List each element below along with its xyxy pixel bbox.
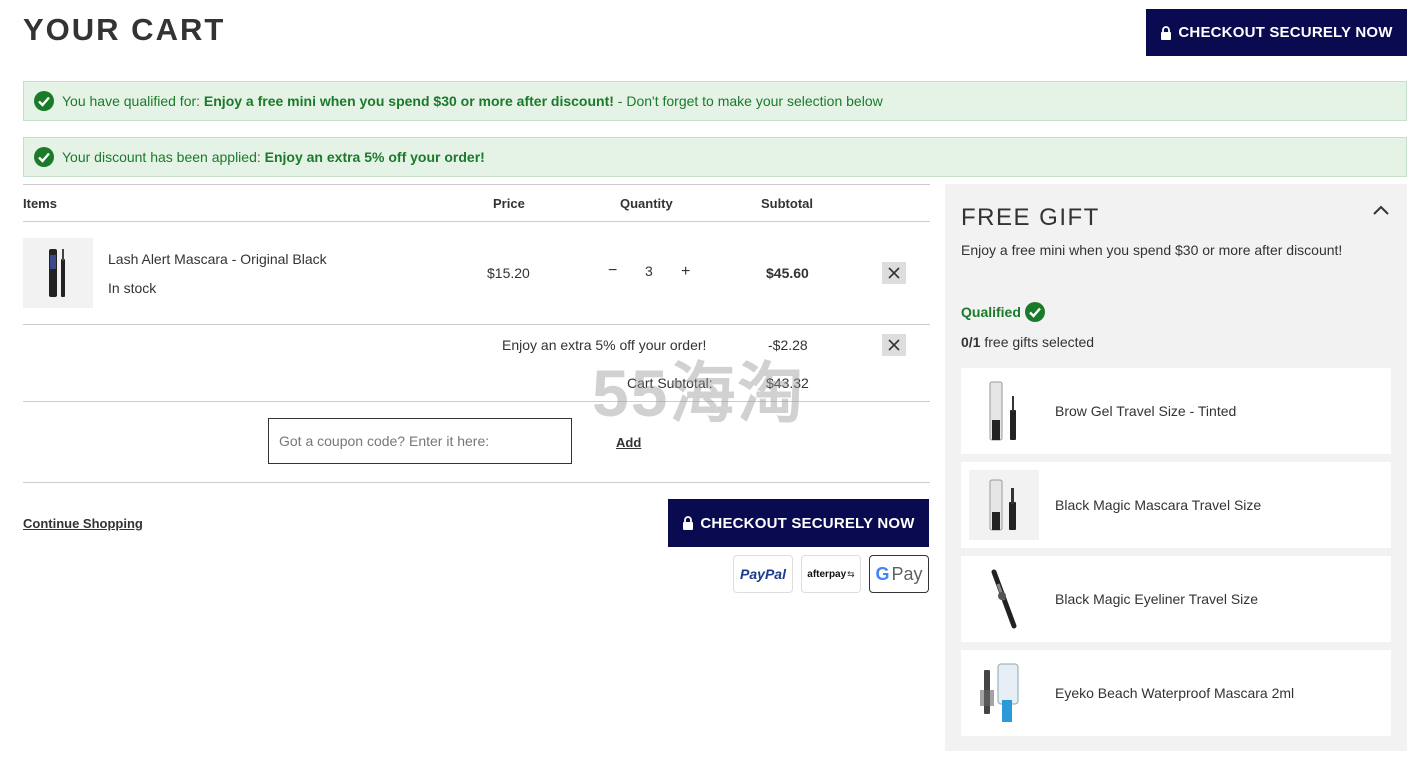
google-g-icon: G bbox=[875, 563, 890, 584]
divider bbox=[23, 324, 930, 325]
header-price: Price bbox=[493, 196, 525, 211]
lock-icon bbox=[1161, 25, 1172, 40]
free-gift-description: Enjoy a free mini when you spend $30 or … bbox=[961, 242, 1343, 258]
page-title: YOUR CART bbox=[23, 12, 226, 47]
paypal-logo: PayPal bbox=[740, 566, 786, 582]
divider bbox=[23, 482, 930, 483]
remove-item-button[interactable] bbox=[882, 262, 906, 284]
selected-text: free gifts selected bbox=[980, 334, 1095, 350]
gift-name: Brow Gel Travel Size - Tinted bbox=[1055, 403, 1237, 419]
coupon-input[interactable] bbox=[268, 418, 572, 464]
divider bbox=[23, 184, 930, 185]
remove-discount-button[interactable] bbox=[882, 334, 906, 356]
check-circle-icon bbox=[34, 91, 54, 111]
add-coupon-link[interactable]: Add bbox=[616, 435, 641, 450]
check-circle-icon bbox=[1024, 302, 1045, 322]
qualified-label: Qualified bbox=[961, 304, 1021, 320]
watermark: 55海淘 bbox=[592, 356, 806, 430]
quantity-value[interactable]: 3 bbox=[645, 263, 653, 279]
continue-shopping-link[interactable]: Continue Shopping bbox=[23, 516, 143, 531]
checkout-button-bottom[interactable]: CHECKOUT SECURELY NOW bbox=[668, 499, 929, 547]
afterpay-button[interactable]: afterpay ⇆ bbox=[801, 555, 861, 593]
alert-bold: Enjoy an extra 5% off your order! bbox=[264, 149, 485, 165]
quantity-increase-button[interactable]: + bbox=[681, 263, 690, 281]
paypal-button[interactable]: PayPal bbox=[733, 555, 793, 593]
header-items: Items bbox=[23, 196, 57, 211]
gift-thumbnail bbox=[969, 658, 1039, 728]
afterpay-arrows-icon: ⇆ bbox=[847, 568, 855, 579]
stock-status: In stock bbox=[108, 280, 157, 296]
header-subtotal: Subtotal bbox=[761, 196, 813, 211]
free-gift-panel: FREE GIFT Enjoy a free mini when you spe… bbox=[945, 184, 1407, 751]
chevron-up-icon[interactable] bbox=[1373, 204, 1389, 216]
divider bbox=[23, 221, 930, 222]
gpay-label: Pay bbox=[891, 563, 923, 584]
checkout-label: CHECKOUT SECURELY NOW bbox=[1178, 24, 1393, 41]
afterpay-logo: afterpay bbox=[807, 568, 847, 580]
gift-thumbnail bbox=[969, 470, 1039, 540]
checkout-label: CHECKOUT SECURELY NOW bbox=[700, 514, 915, 532]
selected-total: /1 bbox=[968, 334, 981, 350]
product-name[interactable]: Lash Alert Mascara - Original Black bbox=[108, 251, 327, 267]
close-icon bbox=[888, 339, 900, 351]
lock-icon bbox=[683, 516, 694, 530]
gift-name: Eyeko Beach Waterproof Mascara 2ml bbox=[1055, 685, 1295, 701]
qualified-status: Qualified bbox=[961, 302, 1045, 322]
header-quantity: Quantity bbox=[620, 196, 673, 211]
item-subtotal: $45.60 bbox=[766, 265, 809, 281]
gift-thumbnail bbox=[969, 564, 1039, 634]
gift-option-black-magic-mascara[interactable]: Black Magic Mascara Travel Size bbox=[961, 462, 1391, 548]
discount-alert: Your discount has been applied: Enjoy an… bbox=[23, 137, 1407, 177]
quantity-decrease-button[interactable]: − bbox=[608, 262, 617, 280]
gift-option-brow-gel[interactable]: Brow Gel Travel Size - Tinted bbox=[961, 368, 1391, 454]
alert-suffix: - Don't forget to make your selection be… bbox=[613, 93, 883, 109]
mascara-image bbox=[49, 249, 65, 297]
gift-name: Black Magic Mascara Travel Size bbox=[1055, 497, 1262, 513]
product-thumbnail[interactable] bbox=[23, 238, 93, 308]
checkout-button-top[interactable]: CHECKOUT SECURELY NOW bbox=[1146, 9, 1407, 56]
gift-name: Black Magic Eyeliner Travel Size bbox=[1055, 591, 1259, 607]
check-circle-icon bbox=[34, 147, 54, 167]
alert-prefix: You have qualified for: bbox=[62, 93, 204, 109]
gift-option-eyeko-beach-mascara[interactable]: Eyeko Beach Waterproof Mascara 2ml bbox=[961, 650, 1391, 736]
free-gift-alert: You have qualified for: Enjoy a free min… bbox=[23, 81, 1407, 121]
gift-option-black-magic-eyeliner[interactable]: Black Magic Eyeliner Travel Size bbox=[961, 556, 1391, 642]
alert-prefix: Your discount has been applied: bbox=[62, 149, 265, 165]
alert-bold: Enjoy a free mini when you spend $30 or … bbox=[203, 93, 614, 109]
selected-count: 0 bbox=[961, 334, 969, 350]
google-pay-button[interactable]: G Pay bbox=[869, 555, 929, 593]
close-icon bbox=[888, 267, 900, 279]
gifts-selected-count: 0/1 free gifts selected bbox=[961, 334, 1094, 350]
gift-thumbnail bbox=[969, 376, 1039, 446]
item-price: $15.20 bbox=[487, 265, 530, 281]
free-gift-title: FREE GIFT bbox=[961, 204, 1100, 231]
